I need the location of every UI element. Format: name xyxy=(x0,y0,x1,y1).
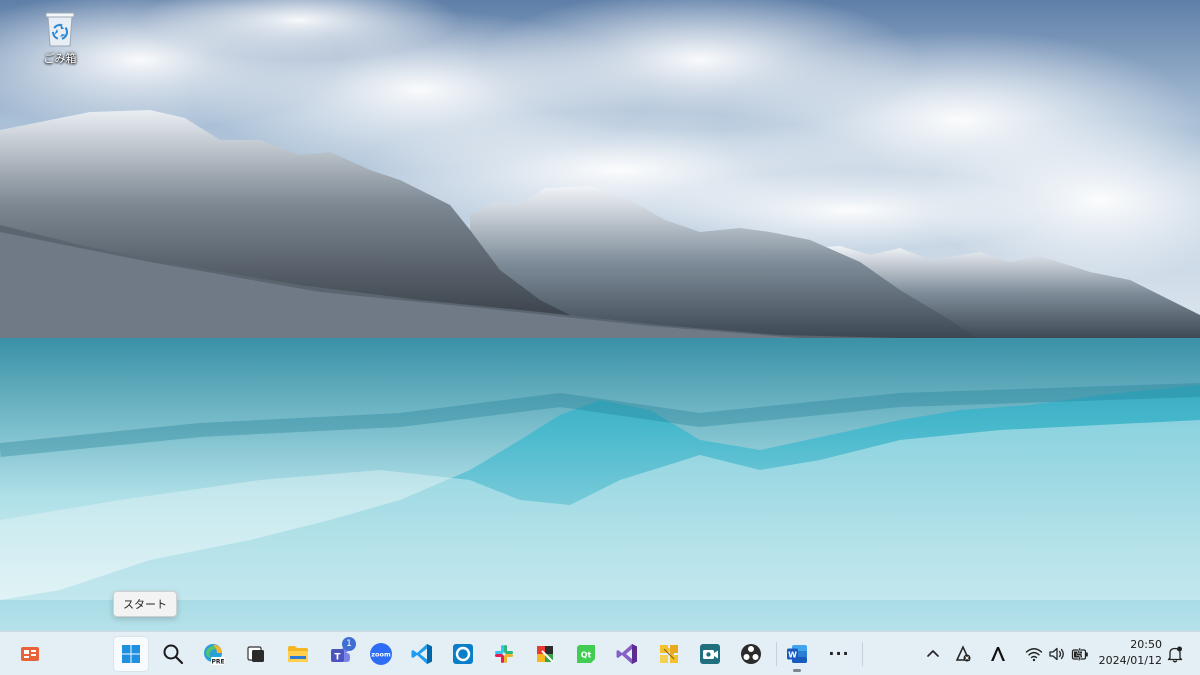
visual-studio-icon xyxy=(616,644,637,664)
slack-button[interactable] xyxy=(486,636,522,672)
recycle-bin-icon xyxy=(45,12,75,47)
more-dots-icon: ··· xyxy=(828,644,850,663)
qt-icon-text: Qt xyxy=(581,651,592,660)
visual-studio-button[interactable] xyxy=(609,636,645,672)
paint-icon xyxy=(537,646,554,663)
wifi-icon xyxy=(1025,648,1043,662)
zoom-icon-text: zoom xyxy=(371,651,391,659)
word-button[interactable]: W xyxy=(779,636,815,672)
task-view-icon xyxy=(247,646,264,662)
tray-app-button[interactable] xyxy=(951,636,975,672)
system-clock[interactable]: 20:50 2024/01/12 xyxy=(1090,637,1162,669)
widgets-icon xyxy=(21,647,39,661)
obs-icon xyxy=(741,644,761,664)
puzzle-app-button[interactable] xyxy=(651,636,687,672)
teams-button[interactable]: T 1 xyxy=(322,636,358,672)
qt-icon: Qt xyxy=(577,645,595,663)
recycle-bin-shortcut[interactable]: ごみ箱 xyxy=(28,6,92,72)
vscode-button[interactable] xyxy=(404,636,440,672)
word-icon-text: W xyxy=(788,651,797,660)
recycle-bin-label: ごみ箱 xyxy=(43,52,77,65)
widgets-button[interactable] xyxy=(12,636,48,672)
battery-icon xyxy=(1071,647,1088,661)
taskbar-divider xyxy=(862,642,863,666)
svg-text:PRE: PRE xyxy=(211,659,224,666)
clock-date: 2024/01/12 xyxy=(1098,654,1162,667)
slack-icon xyxy=(495,645,513,663)
camera-icon xyxy=(700,644,720,664)
obs-button[interactable] xyxy=(733,636,769,672)
start-button[interactable] xyxy=(113,636,149,672)
notification-bell-icon xyxy=(1167,646,1183,663)
teams-notification-badge: 1 xyxy=(342,637,356,651)
edge-preview-button[interactable]: PRE xyxy=(196,636,232,672)
chevron-up-icon xyxy=(927,650,939,657)
edge-preview-icon: PRE xyxy=(204,644,225,666)
cortana-button[interactable] xyxy=(445,636,481,672)
taskbar: PRE T 1 zoom Qt W ··· 20:50 2024/01/12 xyxy=(0,631,1200,675)
tray-overflow-button[interactable] xyxy=(922,636,944,672)
folder-icon xyxy=(288,646,308,662)
notification-center-button[interactable] xyxy=(1163,636,1187,672)
camera-app-button[interactable] xyxy=(692,636,728,672)
word-icon: W xyxy=(787,645,807,663)
quick-settings-button[interactable] xyxy=(1022,636,1092,672)
desktop-wallpaper xyxy=(0,0,1200,631)
vscode-icon xyxy=(411,644,432,664)
word-running-indicator xyxy=(793,669,801,672)
font-app-button[interactable] xyxy=(986,636,1010,672)
windows-start-icon xyxy=(122,645,140,663)
task-view-button[interactable] xyxy=(238,636,274,672)
search-icon xyxy=(163,644,184,665)
file-explorer-button[interactable] xyxy=(280,636,316,672)
zoom-button[interactable]: zoom xyxy=(363,636,399,672)
zoom-icon: zoom xyxy=(370,643,392,665)
start-tooltip: スタート xyxy=(113,591,177,617)
search-button[interactable] xyxy=(155,636,191,672)
paint-app-button[interactable] xyxy=(527,636,563,672)
puzzle-icon xyxy=(660,645,678,663)
svg-text:T: T xyxy=(334,653,341,663)
ring-icon xyxy=(453,644,473,664)
more-apps-button[interactable]: ··· xyxy=(821,636,857,672)
clock-time: 20:50 xyxy=(1130,638,1162,651)
taskbar-divider xyxy=(776,642,777,666)
tray-app-icon xyxy=(955,645,971,662)
volume-icon xyxy=(1049,647,1064,661)
qt-creator-button[interactable]: Qt xyxy=(568,636,604,672)
font-app-icon xyxy=(991,647,1005,661)
